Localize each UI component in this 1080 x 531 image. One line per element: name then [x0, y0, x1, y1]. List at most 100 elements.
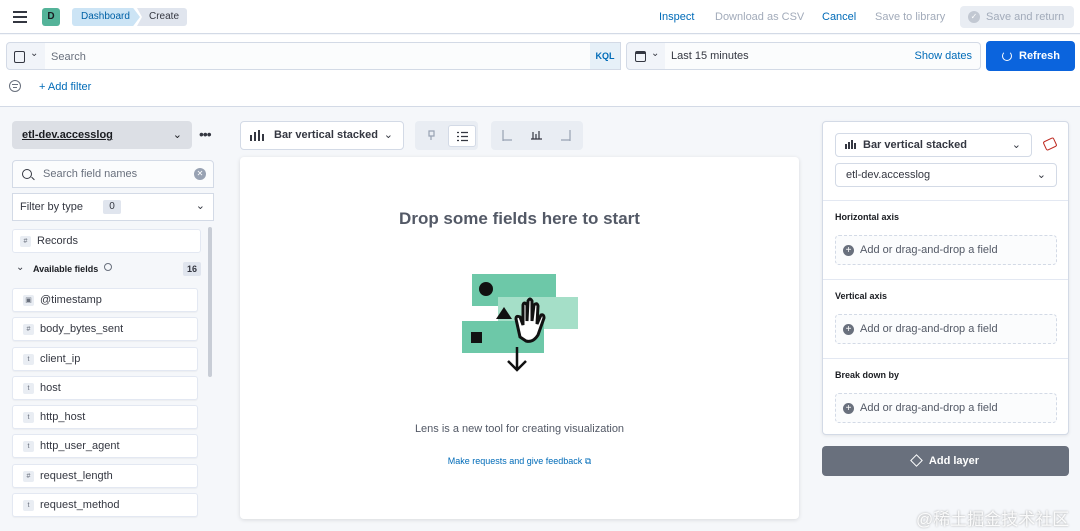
vertical-axis-title: Vertical axis: [835, 291, 888, 301]
clear-icon[interactable]: ✕: [194, 168, 206, 180]
break-down-dropzone[interactable]: + Add or drag-and-drop a field: [835, 393, 1057, 423]
brush-icon: [428, 130, 435, 140]
breadcrumb-create: Create: [137, 8, 187, 26]
string-type-icon: t: [23, 412, 34, 424]
layer-chart-type-switcher[interactable]: Bar vertical stacked ⌄: [835, 133, 1032, 157]
horizontal-axis-title: Horizontal axis: [835, 212, 900, 222]
list-icon: [457, 131, 468, 142]
cancel-link[interactable]: Cancel: [822, 10, 856, 24]
query-bar: ⌄ Search KQL ⌄ Last 15 minutes Show date…: [0, 35, 1080, 107]
field-search-input[interactable]: Search field names ✕: [12, 160, 214, 188]
chevron-down-icon: ⌄: [1011, 139, 1021, 151]
horizontal-axis-section: Horizontal axis + Add or drag-and-drop a…: [823, 200, 1068, 279]
layer-chart-type-label: Bar vertical stacked: [863, 139, 967, 151]
right-axis-button[interactable]: [553, 125, 581, 147]
chevron-down-icon: ⌄: [195, 200, 205, 212]
field-list-scrollbar[interactable]: [208, 227, 212, 377]
string-type-icon: t: [23, 382, 34, 394]
date-type-icon: ▣: [23, 295, 34, 306]
date-range-picker[interactable]: Last 15 minutes Show dates: [665, 42, 981, 70]
field-item-records[interactable]: # Records: [12, 229, 201, 253]
legend-button[interactable]: [448, 125, 476, 147]
bottom-axis-icon: [531, 131, 542, 140]
layer-index-pattern-selector[interactable]: etl-dev.accesslog ⌄: [835, 163, 1057, 187]
layer-config-panel: Bar vertical stacked ⌄ etl-dev.accesslog…: [822, 121, 1069, 435]
layer-index-pattern-label: etl-dev.accesslog: [846, 169, 931, 181]
add-layer-button[interactable]: Add layer: [822, 446, 1069, 476]
value-labels-button[interactable]: [418, 125, 446, 147]
save-and-return-button[interactable]: ✓ Save and return: [960, 6, 1074, 28]
number-type-icon: #: [23, 324, 34, 336]
filter-by-type-label: Filter by type: [20, 201, 83, 213]
string-type-icon: t: [23, 500, 34, 512]
field-item-request-length[interactable]: # request_length: [12, 463, 198, 488]
eraser-icon[interactable]: [1042, 136, 1058, 152]
chevron-down-icon: ⌄: [30, 48, 39, 59]
field-item-host[interactable]: t host: [12, 375, 198, 400]
inspect-link[interactable]: Inspect: [659, 10, 694, 24]
workspace-canvas[interactable]: Drop some fields here to start Lens is a…: [240, 157, 799, 519]
layers-icon: [910, 454, 923, 467]
field-name: host: [40, 381, 61, 394]
vertical-axis-dropzone[interactable]: + Add or drag-and-drop a field: [835, 314, 1057, 344]
search-input[interactable]: Search: [45, 42, 621, 70]
field-search-placeholder: Search field names: [43, 168, 138, 180]
refresh-label: Refresh: [1019, 50, 1060, 62]
dropzone-label: Add or drag-and-drop a field: [860, 402, 998, 414]
filter-by-type-dropdown[interactable]: Filter by type 0 ⌄: [12, 193, 214, 221]
plus-icon: +: [843, 245, 854, 256]
field-item-client-ip[interactable]: t client_ip: [12, 346, 198, 371]
refresh-button[interactable]: Refresh: [986, 41, 1075, 71]
break-down-title: Break down by: [835, 370, 900, 380]
available-fields-header[interactable]: ⌄ Available fields 16: [12, 262, 201, 278]
more-options-icon[interactable]: •••: [199, 126, 212, 142]
drop-fields-title: Drop some fields here to start: [399, 209, 640, 228]
dropzone-label: Add or drag-and-drop a field: [860, 323, 998, 335]
available-fields-count: 16: [183, 262, 201, 276]
available-fields-label: Available fields: [33, 264, 99, 274]
breadcrumb-dashboard[interactable]: Dashboard: [72, 8, 140, 26]
add-filter-link[interactable]: + Add filter: [39, 81, 91, 93]
field-name: body_bytes_sent: [40, 323, 124, 336]
download-csv-link[interactable]: Download as CSV: [715, 10, 804, 24]
horizontal-axis-dropzone[interactable]: + Add or drag-and-drop a field: [835, 235, 1057, 265]
filter-menu-icon[interactable]: [9, 80, 21, 92]
left-axis-button[interactable]: [493, 125, 521, 147]
dropzone-label: Add or drag-and-drop a field: [860, 244, 998, 256]
axis-settings-group: [491, 121, 583, 150]
string-type-icon: t: [23, 353, 34, 365]
field-item-http-user-agent[interactable]: t http_user_agent: [12, 434, 198, 459]
watermark-text: @稀土掘金技术社区: [916, 510, 1070, 529]
field-name: request_length: [40, 469, 113, 482]
chevron-down-icon: ⌄: [383, 129, 393, 141]
save-icon: [14, 51, 25, 63]
field-item-timestamp[interactable]: ▣ @timestamp: [12, 288, 198, 312]
field-name: http_user_agent: [40, 440, 120, 453]
field-list: ▣ @timestamp # body_bytes_sent t client_…: [12, 288, 198, 522]
field-item-body-bytes-sent[interactable]: # body_bytes_sent: [12, 317, 198, 342]
menu-icon[interactable]: [13, 11, 27, 23]
number-type-icon: #: [23, 470, 34, 482]
number-type-icon: #: [20, 236, 31, 247]
chevron-down-icon: ⌄: [172, 129, 182, 141]
show-dates-link[interactable]: Show dates: [915, 50, 972, 62]
search-icon: [22, 169, 32, 179]
lens-description: Lens is a new tool for creating visualiz…: [414, 423, 625, 435]
index-pattern-selector[interactable]: etl-dev.accesslog ⌄: [12, 121, 192, 149]
chart-type-switcher[interactable]: Bar vertical stacked ⌄: [240, 121, 404, 150]
refresh-icon: [1002, 51, 1012, 61]
field-item-http-host[interactable]: t http_host: [12, 405, 198, 430]
space-avatar[interactable]: D: [42, 8, 60, 26]
bottom-axis-button[interactable]: [523, 125, 551, 147]
quick-date-menu-button[interactable]: ⌄: [626, 42, 666, 70]
chevron-down-icon: ⌄: [651, 48, 660, 59]
info-icon[interactable]: [104, 263, 112, 271]
bar-chart-icon: [250, 130, 266, 141]
saved-query-button[interactable]: ⌄: [6, 42, 46, 70]
chevron-down-icon: ⌄: [16, 262, 25, 273]
kql-language-toggle[interactable]: KQL: [590, 43, 620, 69]
save-to-library-link[interactable]: Save to library: [875, 10, 945, 24]
plus-icon: +: [843, 324, 854, 335]
feedback-link[interactable]: Make requests and give feedback ⧉: [240, 456, 799, 467]
field-item-request-method[interactable]: t request_method: [12, 493, 198, 518]
